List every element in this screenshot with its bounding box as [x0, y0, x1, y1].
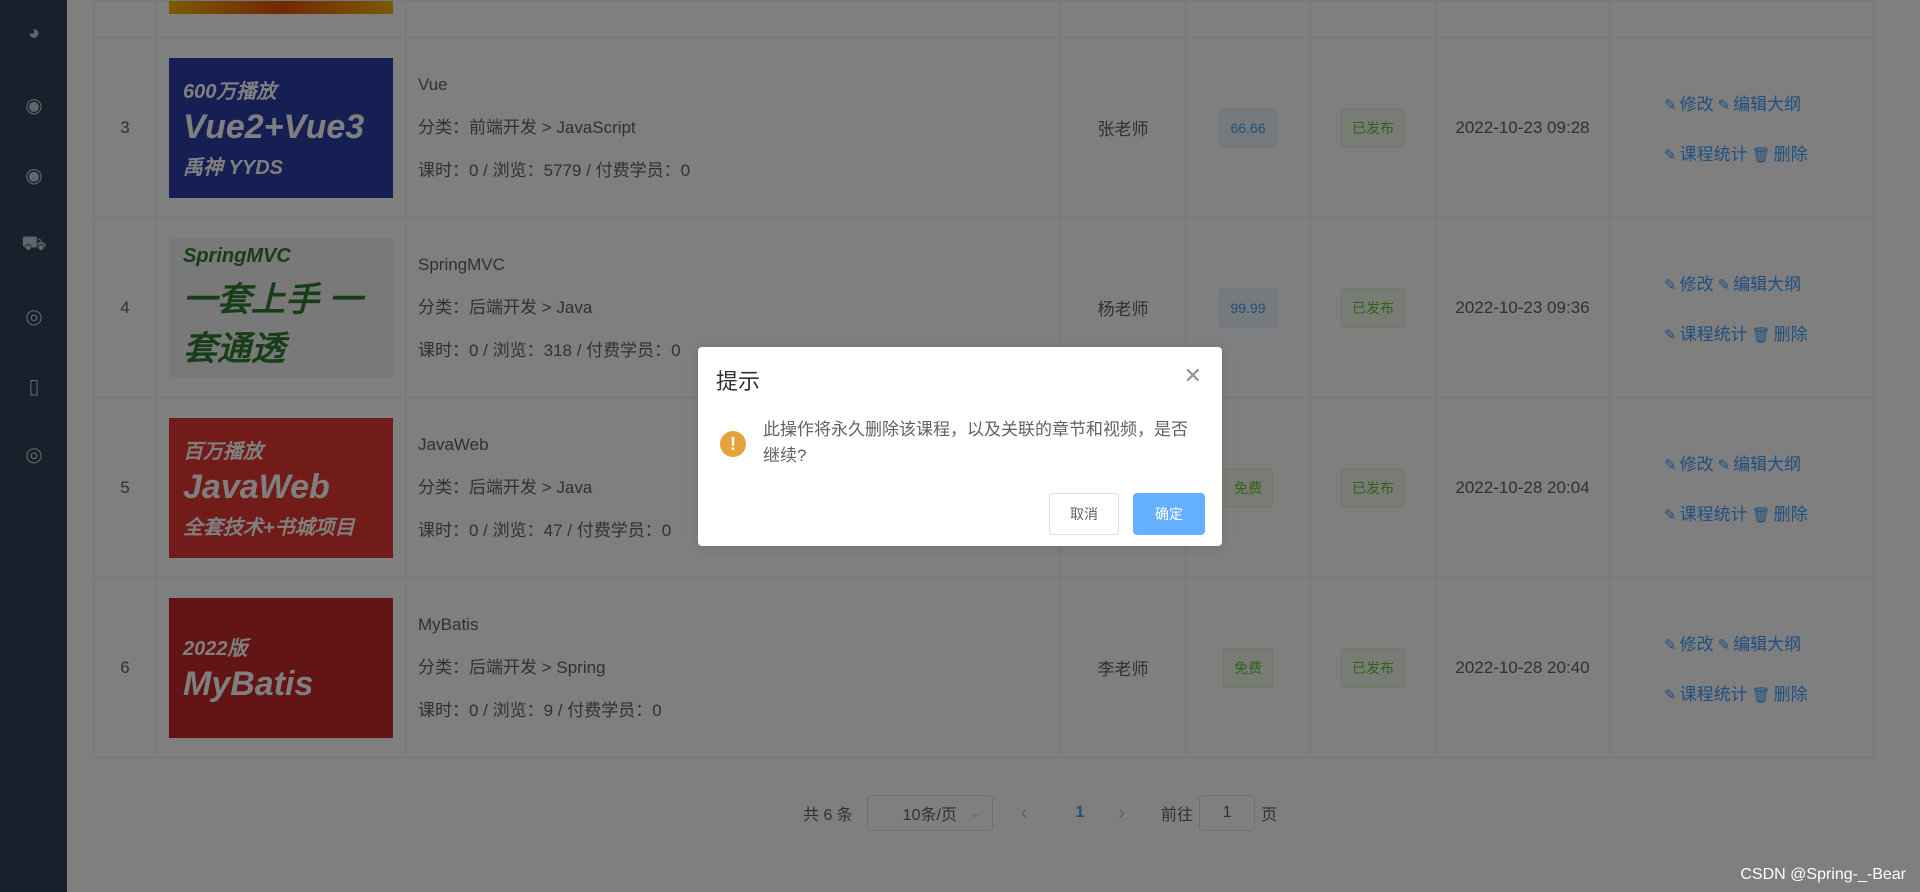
watermark: CSDN @Spring-_-Bear: [1740, 866, 1906, 883]
confirm-button[interactable]: 确定: [1133, 493, 1205, 535]
cancel-button[interactable]: 取消: [1049, 493, 1119, 535]
confirm-dialog: 提示 ✕ ! 此操作将永久删除该课程，以及关联的章节和视频，是否继续? 取消 确…: [698, 347, 1222, 546]
warning-icon: !: [720, 431, 746, 457]
dialog-message: 此操作将永久删除该课程，以及关联的章节和视频，是否继续?: [763, 420, 1188, 465]
dialog-title: 提示: [716, 369, 761, 394]
close-icon[interactable]: ✕: [1184, 363, 1202, 389]
